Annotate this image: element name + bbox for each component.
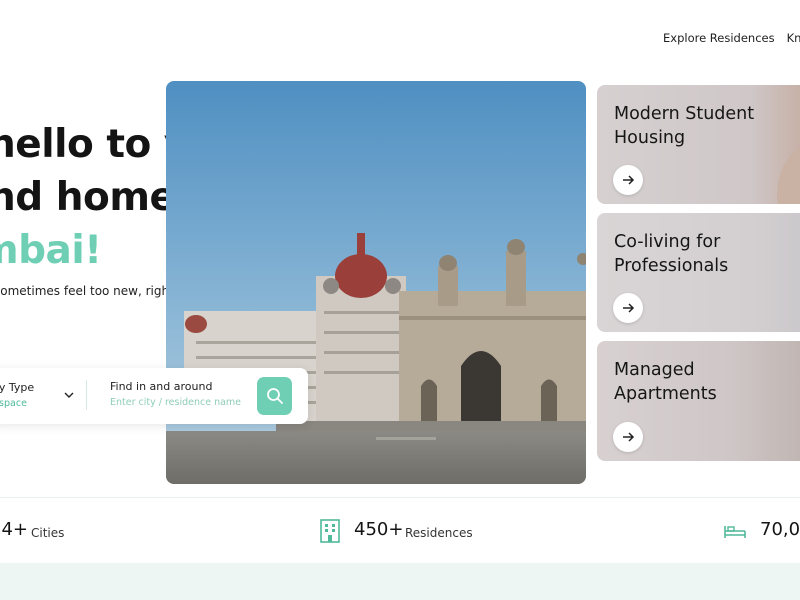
card-title: Modern Student Housing bbox=[614, 104, 755, 148]
bed-icon bbox=[724, 526, 746, 538]
search-bar: rty Type g space Find in and around bbox=[0, 368, 308, 424]
card-title: Co-living for Professionals bbox=[614, 232, 729, 276]
location-search-input[interactable] bbox=[110, 397, 246, 408]
top-nav: Explore Residences Know bbox=[663, 31, 800, 49]
search-button[interactable] bbox=[257, 377, 292, 415]
arrow-right-icon[interactable] bbox=[613, 422, 643, 452]
bottom-section-band bbox=[0, 563, 800, 600]
stat-beds-number: 70,00 bbox=[760, 519, 800, 540]
stat-residences-label: Residences bbox=[405, 526, 473, 540]
property-type-select[interactable]: rty Type g space bbox=[0, 379, 78, 413]
card-title: Managed Apartments bbox=[614, 360, 717, 404]
card-managed-apartments[interactable]: Managed Apartments bbox=[597, 341, 800, 461]
card-modern-student-housing[interactable]: Modern Student Housing bbox=[597, 85, 800, 204]
building-icon bbox=[320, 519, 340, 543]
stat-cities-number: 24+ bbox=[0, 519, 28, 540]
find-label: Find in and around bbox=[110, 380, 213, 393]
search-icon bbox=[266, 388, 283, 404]
nav-know[interactable]: Know bbox=[787, 31, 800, 49]
property-type-label: rty Type bbox=[0, 381, 35, 394]
location-search-field: Find in and around bbox=[110, 380, 246, 414]
card-coliving-professionals[interactable]: Co-living for Professionals bbox=[597, 213, 800, 332]
stat-cities-label: Cities bbox=[31, 526, 65, 540]
nav-explore-residences[interactable]: Explore Residences bbox=[663, 31, 775, 49]
search-divider bbox=[86, 380, 87, 410]
hero-subtitle: sometimes feel too new, right? bbox=[0, 284, 181, 298]
stats-divider bbox=[0, 497, 800, 498]
hero-heading-city: mbai! bbox=[0, 228, 102, 273]
arrow-right-icon[interactable] bbox=[613, 293, 643, 323]
property-type-value: g space bbox=[0, 398, 27, 409]
chevron-down-icon[interactable] bbox=[63, 389, 75, 401]
stat-residences-number: 450+ bbox=[354, 519, 404, 540]
arrow-right-icon[interactable] bbox=[613, 165, 643, 195]
